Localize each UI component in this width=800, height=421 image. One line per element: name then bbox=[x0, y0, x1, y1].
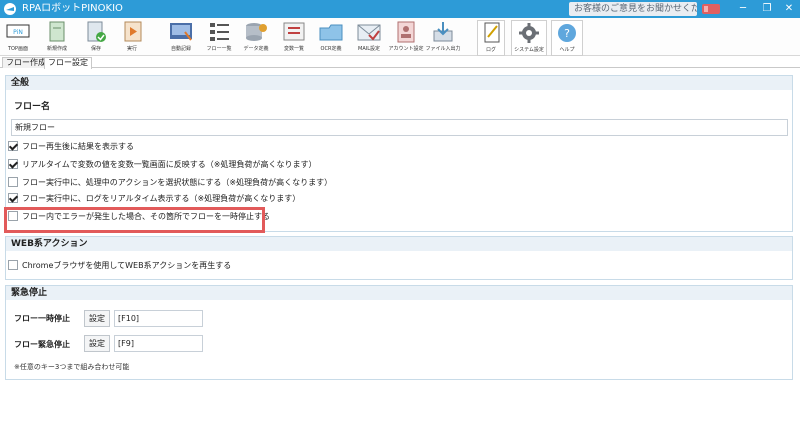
checkbox[interactable] bbox=[8, 259, 18, 270]
checkbox[interactable] bbox=[8, 140, 18, 151]
tool-label: MAIL設定 bbox=[358, 46, 380, 52]
ocr-icon bbox=[319, 24, 343, 41]
tool-label: OCR定義 bbox=[320, 46, 342, 52]
tool-label: ログ bbox=[485, 47, 496, 53]
tool-label: 変数一覧 bbox=[283, 46, 304, 52]
new-file-button[interactable]: 新規作成 bbox=[43, 20, 71, 56]
run-icon bbox=[124, 21, 142, 42]
account-settings-button[interactable]: アカウント設定 bbox=[388, 20, 424, 56]
toolbar: PiN TOP画面 新規作成 保存 実行 自動記録 フロー一覧 データ定義 変数… bbox=[0, 18, 800, 56]
checkbox[interactable] bbox=[8, 192, 18, 203]
svg-text:PiN: PiN bbox=[13, 29, 23, 36]
save-icon bbox=[87, 21, 106, 42]
data-definition-button[interactable]: データ定義 bbox=[241, 20, 271, 56]
svg-text:?: ? bbox=[564, 27, 570, 40]
close-button[interactable]: ✕ bbox=[778, 0, 800, 18]
tool-label: 新規作成 bbox=[46, 46, 67, 52]
help-icon: ? bbox=[558, 24, 576, 42]
flow-list-icon bbox=[210, 23, 229, 41]
thumbs-down-icon[interactable] bbox=[700, 1, 722, 17]
system-settings-icon bbox=[519, 23, 539, 43]
key-combination-note: ※任意のキー3つまで組み合わせ可能 bbox=[14, 363, 130, 371]
option-show-result[interactable]: フロー再生後に結果を表示する bbox=[8, 140, 134, 153]
log-icon bbox=[484, 22, 500, 43]
option-use-chrome[interactable]: Chromeブラウザを使用してWEB系アクションを再生する bbox=[8, 259, 232, 272]
tool-label: ヘルプ bbox=[559, 47, 575, 53]
pause-set-button[interactable]: 設定 bbox=[84, 310, 110, 327]
mail-icon bbox=[357, 24, 381, 41]
tool-label: フロー一覧 bbox=[206, 46, 232, 52]
variable-list-icon bbox=[283, 22, 305, 41]
log-button[interactable]: ログ bbox=[477, 20, 505, 56]
tab-bar: フロー作成 フロー設定 bbox=[0, 56, 800, 69]
auto-record-button[interactable]: 自動記録 bbox=[166, 20, 196, 56]
option-label: フロー実行中に、処理中のアクションを選択状態にする（※処理負荷が高くなります） bbox=[22, 178, 333, 187]
app-title: RPAロボットPINOKIO bbox=[22, 3, 123, 14]
web-actions-panel: WEB系アクション bbox=[5, 236, 793, 280]
tool-label: アカウント設定 bbox=[388, 46, 424, 52]
option-label: フロー実行中に、ログをリアルタイム表示する（※処理負荷が高くなります） bbox=[22, 194, 301, 203]
feedback-link[interactable]: お客様のご意見をお聞かせください bbox=[569, 2, 697, 16]
tool-label: TOP画面 bbox=[7, 46, 28, 52]
option-select-current-action[interactable]: フロー実行中に、処理中のアクションを選択状態にする（※処理負荷が高くなります） bbox=[8, 176, 333, 189]
maximize-button[interactable]: ❐ bbox=[756, 0, 778, 18]
tool-label: システム設定 bbox=[514, 47, 544, 53]
option-label: リアルタイムで変数の値を変数一覧画面に反映する（※処理負荷が高くなります） bbox=[22, 160, 317, 169]
checkbox[interactable] bbox=[8, 176, 18, 187]
tool-label: ファイル入出力 bbox=[425, 46, 461, 52]
web-heading: WEB系アクション bbox=[6, 237, 792, 251]
highlight-box bbox=[4, 207, 265, 233]
option-realtime-log[interactable]: フロー実行中に、ログをリアルタイム表示する（※処理負荷が高くなります） bbox=[8, 192, 301, 205]
stop-label: フロー緊急停止 bbox=[14, 340, 70, 349]
title-bar: RPAロボットPINOKIO お客様のご意見をお聞かせください ─ ❐ ✕ bbox=[0, 0, 800, 18]
option-label: フロー再生後に結果を表示する bbox=[22, 142, 134, 151]
minimize-button[interactable]: ─ bbox=[732, 0, 754, 18]
tool-label: 実行 bbox=[126, 46, 137, 52]
option-realtime-variables[interactable]: リアルタイムで変数の値を変数一覧画面に反映する（※処理負荷が高くなります） bbox=[8, 158, 317, 171]
checkbox[interactable] bbox=[8, 158, 18, 169]
run-button[interactable]: 実行 bbox=[119, 20, 145, 56]
tab-flow-create[interactable]: フロー作成 bbox=[2, 57, 50, 68]
stop-key-field[interactable]: [F9] bbox=[114, 335, 203, 352]
top-screen-button[interactable]: PiN TOP画面 bbox=[3, 20, 33, 56]
help-button[interactable]: ? ヘルプ bbox=[551, 20, 583, 56]
pinokio-logo-icon bbox=[4, 3, 16, 15]
option-label: Chromeブラウザを使用してWEB系アクションを再生する bbox=[22, 261, 232, 270]
ocr-button[interactable]: OCR定義 bbox=[316, 20, 346, 56]
mail-settings-button[interactable]: MAIL設定 bbox=[354, 20, 384, 56]
new-file-icon bbox=[49, 21, 65, 42]
tool-label: 自動記録 bbox=[170, 46, 191, 52]
save-button[interactable]: 保存 bbox=[82, 20, 110, 56]
flow-name-label: フロー名 bbox=[14, 102, 51, 112]
data-definition-icon bbox=[246, 23, 267, 41]
variable-list-button[interactable]: 変数一覧 bbox=[280, 20, 308, 56]
file-io-icon bbox=[433, 22, 453, 42]
pause-key-field[interactable]: [F10] bbox=[114, 310, 203, 327]
tool-label: データ定義 bbox=[243, 46, 269, 52]
stop-set-button[interactable]: 設定 bbox=[84, 335, 110, 352]
top-screen-icon: PiN bbox=[6, 24, 30, 38]
tab-flow-settings[interactable]: フロー設定 bbox=[44, 57, 92, 69]
file-io-button[interactable]: ファイル入出力 bbox=[425, 20, 461, 56]
flow-name-input[interactable]: 新規フロー bbox=[11, 119, 788, 136]
account-icon bbox=[397, 21, 415, 43]
tool-label: 保存 bbox=[90, 46, 101, 52]
auto-record-icon bbox=[170, 23, 192, 41]
system-settings-button[interactable]: システム設定 bbox=[511, 20, 547, 56]
emergency-heading: 緊急停止 bbox=[6, 286, 792, 300]
pause-label: フロー一時停止 bbox=[14, 314, 70, 323]
general-heading: 全般 bbox=[6, 76, 792, 90]
flow-list-button[interactable]: フロー一覧 bbox=[205, 20, 233, 56]
